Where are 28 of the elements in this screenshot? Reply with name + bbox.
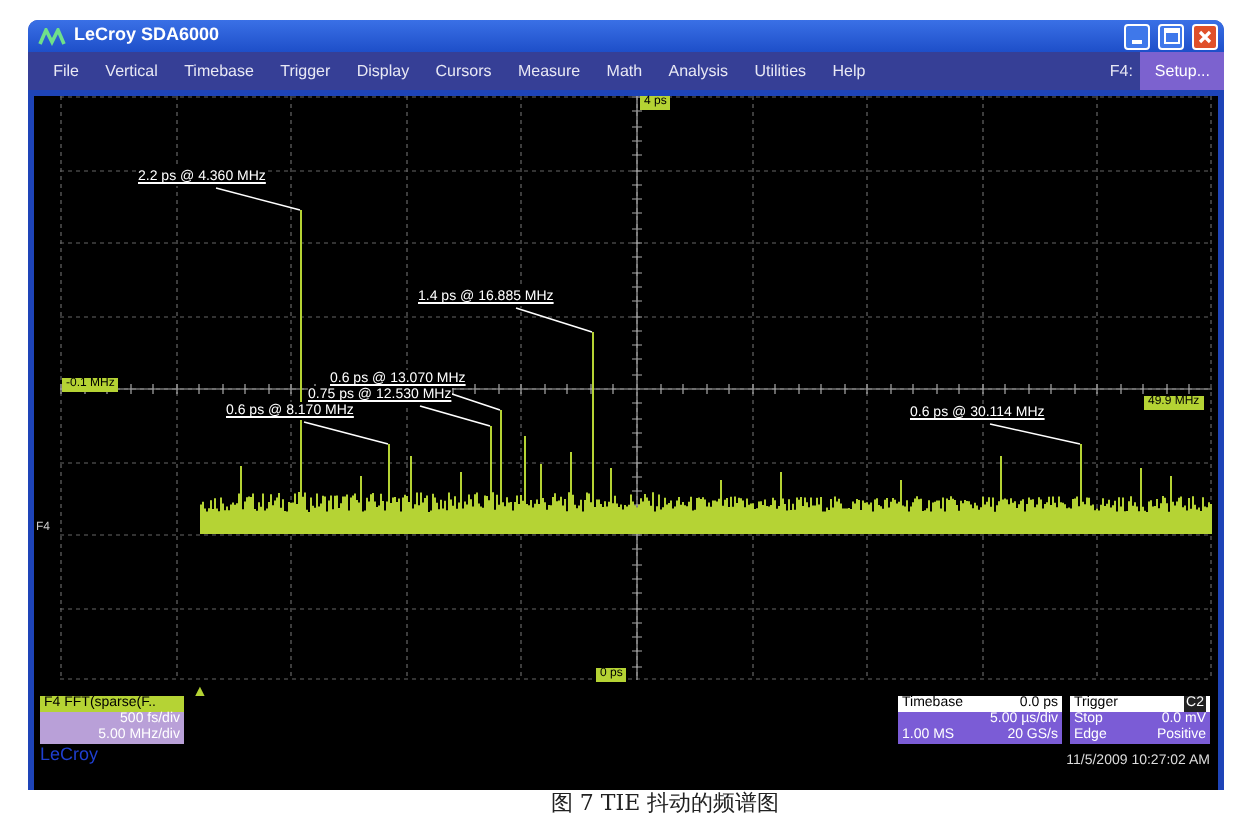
leader-line — [303, 421, 389, 445]
menu-item[interactable]: Vertical — [92, 59, 171, 83]
maximize-icon — [1163, 28, 1179, 44]
minimize-button[interactable] — [1124, 23, 1150, 49]
menu-item[interactable]: Cursors — [422, 59, 505, 83]
logo-icon — [38, 27, 66, 45]
menu-item[interactable]: Display — [343, 59, 423, 83]
menu-item[interactable]: Timebase — [171, 59, 268, 83]
close-icon — [1198, 29, 1212, 43]
function-key-label: F4: — [1109, 59, 1133, 83]
menu-item[interactable]: Analysis — [655, 59, 742, 83]
window-title: LeCroy SDA6000 — [74, 22, 220, 49]
leader-line — [215, 187, 301, 211]
close-button[interactable] — [1192, 23, 1218, 49]
menu-item[interactable]: Measure — [504, 59, 594, 83]
menu-item[interactable]: Help — [819, 59, 879, 83]
menu-item[interactable]: Trigger — [267, 59, 344, 83]
leader-line — [419, 405, 491, 427]
figure-caption: 图 7 TIE 抖动的频谱图 — [548, 790, 782, 814]
menu-item[interactable]: Math — [593, 59, 656, 83]
brand-logo: LeCroy — [40, 744, 101, 764]
leader-line — [515, 307, 593, 333]
menu-item[interactable]: File — [40, 59, 93, 83]
maximize-button[interactable] — [1158, 23, 1184, 49]
trigger-marker: ▲ — [192, 684, 208, 700]
menu-item[interactable]: Utilities — [741, 59, 820, 83]
leader-line — [989, 423, 1081, 445]
setup-button[interactable]: Setup... — [1140, 52, 1224, 90]
